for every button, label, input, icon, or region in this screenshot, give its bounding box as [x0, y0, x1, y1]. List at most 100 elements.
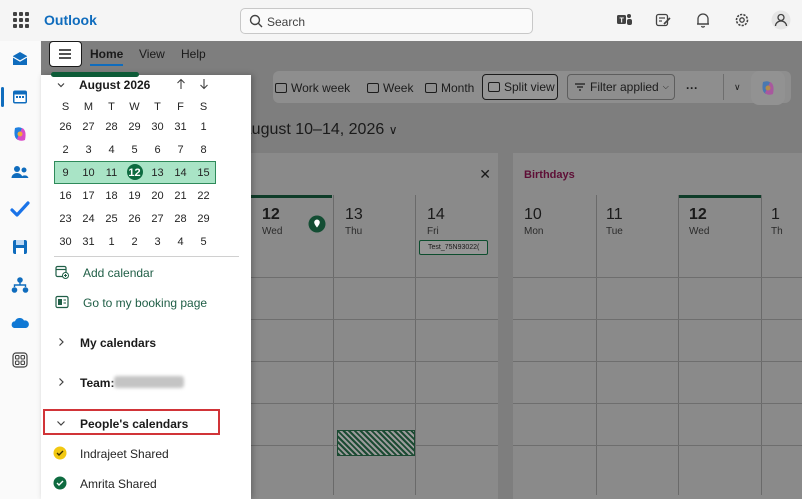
location-pin-icon[interactable]	[308, 215, 326, 233]
checked-circle-icon[interactable]	[53, 476, 67, 490]
tab-view[interactable]: View	[139, 47, 165, 61]
mini-day[interactable]: 16	[54, 190, 77, 202]
date-range-title[interactable]: August 10–14, 2026 ∨	[241, 121, 397, 139]
mini-day[interactable]: 25	[100, 213, 123, 225]
mini-day[interactable]: 6	[146, 144, 169, 156]
mini-day[interactable]: 8	[192, 144, 215, 156]
mini-day[interactable]: 22	[192, 190, 215, 202]
mini-day[interactable]: 2	[54, 144, 77, 156]
mini-day[interactable]: 20	[146, 190, 169, 202]
mini-day[interactable]: 2	[123, 236, 146, 248]
mini-day[interactable]: 9	[54, 167, 77, 179]
team-calendar-group[interactable]: Team:	[80, 376, 114, 390]
search-box[interactable]: Search	[240, 8, 533, 34]
day-header[interactable]: 11 Tue	[606, 206, 623, 237]
mini-day[interactable]: 3	[77, 144, 100, 156]
day-header[interactable]: 12 Wed	[262, 206, 282, 237]
hamburger-menu-button[interactable]	[49, 41, 82, 67]
mail-icon[interactable]	[10, 49, 30, 69]
chevron-down-icon[interactable]	[56, 418, 66, 428]
mini-day[interactable]: 27	[146, 213, 169, 225]
booking-page-link[interactable]: Go to my booking page	[83, 296, 207, 310]
checked-circle-icon[interactable]	[53, 446, 67, 460]
day-header[interactable]: 10 Mon	[524, 206, 543, 237]
avatar-icon[interactable]	[771, 10, 791, 30]
mini-day[interactable]: 24	[77, 213, 100, 225]
save-icon[interactable]	[10, 237, 30, 257]
mini-day[interactable]: 1	[192, 121, 215, 133]
add-calendar-link[interactable]: Add calendar	[83, 266, 154, 280]
gear-icon[interactable]	[733, 11, 751, 29]
mini-day[interactable]: 23	[54, 213, 77, 225]
mini-day[interactable]: 1	[100, 236, 123, 248]
work-week-button[interactable]: Work week	[275, 77, 350, 99]
mini-day[interactable]: 31	[169, 121, 192, 133]
my-calendars-group[interactable]: My calendars	[80, 336, 156, 350]
mini-day[interactable]: 17	[77, 190, 100, 202]
app-launcher-icon[interactable]	[13, 12, 29, 28]
copilot-icon[interactable]	[10, 124, 30, 144]
calendar-event-tentative[interactable]	[337, 430, 415, 456]
mini-day[interactable]: 3	[146, 236, 169, 248]
bell-icon[interactable]	[694, 11, 712, 29]
more-options-button[interactable]: ···	[686, 77, 698, 99]
close-pane-icon[interactable]: ✕	[479, 166, 491, 183]
tab-home[interactable]: Home	[90, 47, 124, 66]
mini-day[interactable]: 26	[54, 121, 77, 133]
mini-day[interactable]: 28	[100, 121, 123, 133]
mini-day[interactable]: 15	[192, 167, 215, 179]
mini-day[interactable]: 13	[146, 167, 169, 179]
onedrive-cloud-icon[interactable]	[10, 313, 30, 333]
mini-day[interactable]: 30	[54, 236, 77, 248]
calendar-icon[interactable]	[10, 87, 30, 107]
mini-day-today[interactable]: 12	[123, 167, 146, 179]
note-edit-icon[interactable]	[654, 11, 672, 29]
mini-day[interactable]: 7	[169, 144, 192, 156]
mini-day[interactable]: 18	[100, 190, 123, 202]
mini-day[interactable]: 10	[77, 167, 100, 179]
mini-day[interactable]: 28	[169, 213, 192, 225]
mini-day[interactable]: 4	[100, 144, 123, 156]
mini-day[interactable]: 5	[192, 236, 215, 248]
mini-day[interactable]: 21	[169, 190, 192, 202]
calendar-event[interactable]: Test_75N93022(	[419, 240, 488, 255]
todo-check-icon[interactable]	[10, 199, 30, 219]
app-name[interactable]: Outlook	[44, 12, 97, 28]
week-button[interactable]: Week	[367, 77, 413, 99]
chevron-right-icon[interactable]	[56, 337, 66, 347]
peoples-calendars-group[interactable]: People's calendars	[80, 417, 188, 431]
chevron-down-icon[interactable]	[56, 80, 66, 90]
teams-icon[interactable]: T	[615, 11, 633, 29]
new-event-button[interactable]	[51, 72, 139, 77]
mini-day[interactable]: 14	[169, 167, 192, 179]
day-header[interactable]: 1 Th	[771, 206, 783, 237]
mini-day[interactable]: 30	[146, 121, 169, 133]
day-header[interactable]: 13 Thu	[345, 206, 363, 237]
mini-day[interactable]: 27	[77, 121, 100, 133]
day-header[interactable]: 12 Wed	[689, 206, 709, 237]
mini-day[interactable]: 31	[77, 236, 100, 248]
more-apps-icon[interactable]	[10, 350, 30, 370]
copilot-button[interactable]	[751, 71, 785, 105]
day-header[interactable]: 14 Fri	[427, 206, 445, 237]
mini-calendar-title[interactable]: August 2026	[79, 78, 150, 92]
chevron-right-icon[interactable]	[56, 377, 66, 387]
shared-calendar-item[interactable]: Indrajeet Shared	[80, 447, 169, 461]
month-button[interactable]: Month	[425, 77, 474, 99]
mini-day[interactable]: 11	[100, 167, 123, 179]
mini-day[interactable]: 5	[123, 144, 146, 156]
mini-day[interactable]: 29	[192, 213, 215, 225]
filter-button[interactable]: Filter applied ⌵	[567, 74, 675, 100]
tab-help[interactable]: Help	[181, 47, 206, 61]
mini-day[interactable]: 29	[123, 121, 146, 133]
arrow-down-icon[interactable]	[199, 78, 209, 90]
org-chart-icon[interactable]	[10, 275, 30, 295]
mini-day[interactable]: 19	[123, 190, 146, 202]
split-view-button[interactable]: Split view	[482, 74, 558, 100]
mini-day[interactable]: 26	[123, 213, 146, 225]
shared-calendar-item[interactable]: Amrita Shared	[80, 477, 157, 491]
mini-day[interactable]: 4	[169, 236, 192, 248]
people-icon[interactable]	[10, 162, 30, 182]
today-indicator	[250, 195, 332, 198]
arrow-up-icon[interactable]	[176, 78, 186, 90]
